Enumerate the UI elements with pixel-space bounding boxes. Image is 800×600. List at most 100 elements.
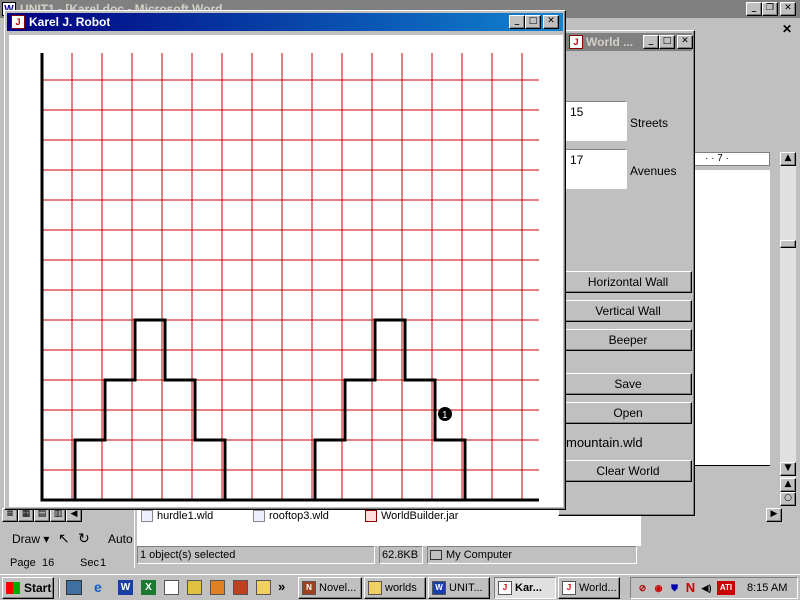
file-item[interactable]: rooftop3.wld [253, 510, 329, 524]
shield-tray-icon[interactable]: ⛊ [667, 581, 682, 595]
browse-object-button[interactable]: ○ [780, 492, 796, 506]
folder-icon: F [368, 581, 382, 595]
maximize-button[interactable]: □ [525, 15, 541, 29]
taskbar-button-label: Novel... [319, 582, 357, 594]
horizontal-wall-button[interactable]: Horizontal Wall [564, 271, 692, 293]
view-buttons: ≡ ▦ ▤ ▥ ◀ [0, 508, 82, 524]
ruler-marks: · · 7 · [705, 153, 729, 164]
page-label: Page [10, 557, 36, 569]
close-button[interactable]: ✕ [543, 15, 559, 29]
scroll-up-button[interactable]: ▲ [780, 152, 796, 166]
file-icon [141, 510, 153, 523]
web-view-icon[interactable]: ▦ [18, 508, 34, 522]
taskbar-button-novel[interactable]: N Novel... [298, 577, 362, 599]
volume-tray-icon[interactable]: ◀) [699, 581, 714, 595]
security-tray-icon[interactable]: ◉ [651, 581, 666, 595]
taskbar-button-worlds[interactable]: Fworlds [364, 577, 426, 599]
file-item[interactable]: WorldBuilder.jar [365, 510, 458, 524]
world-builder-title: World ... [586, 35, 634, 49]
avenues-label: Avenues [630, 164, 677, 178]
system-tray: ⊘ ◉ ⛊ N ◀) ATI 8:15 AM [630, 577, 798, 599]
drawing-toolbar: Draw ▾ ↖ ↻ Auto [0, 528, 140, 550]
scroll-left-button[interactable]: ◀ [66, 508, 82, 522]
world-filename: mountain.wld [566, 435, 643, 450]
explorer-status-bar: 1 object(s) selected 62.8KB My Computer [137, 546, 641, 564]
beeper: 1 [438, 407, 452, 421]
beeper-count: 1 [442, 410, 448, 421]
notepad-quicklaunch-icon[interactable] [164, 580, 179, 595]
minimize-button[interactable]: _ [643, 35, 659, 49]
draw-menu[interactable]: Draw ▾ [12, 532, 49, 546]
start-label: Start [24, 581, 52, 595]
file-item[interactable]: hurdle1.wld [141, 510, 213, 524]
maximize-button[interactable]: □ [659, 35, 675, 49]
select-objects-icon[interactable]: ↖ [58, 530, 70, 547]
document-page [694, 170, 770, 466]
word-quicklaunch-icon[interactable]: W [118, 580, 133, 595]
scroll-down-button[interactable]: ▼ [780, 462, 796, 476]
vertical-wall-button[interactable]: Vertical Wall [564, 300, 692, 322]
karel-title-bar: J Karel J. Robot _ □ ✕ [7, 13, 563, 31]
beeper-button[interactable]: Beeper [564, 329, 692, 351]
file-icon [253, 510, 265, 523]
ati-tray-icon[interactable]: ATI [717, 581, 735, 595]
more-quicklaunch-chevron[interactable]: » [278, 579, 285, 594]
file-name: WorldBuilder.jar [381, 510, 459, 522]
desktop-icon[interactable] [66, 580, 82, 595]
taskbar-button-karel[interactable]: J Kar... [494, 577, 556, 599]
page-number: 16 [42, 557, 55, 569]
section-number: 1 [100, 557, 107, 569]
novel-app-icon: N [302, 581, 316, 595]
autoshapes-menu[interactable]: Auto [108, 532, 133, 546]
boundary-wall [40, 53, 539, 502]
status-size: 62.8KB [379, 546, 423, 564]
taskbar-button-label: worlds [385, 582, 417, 594]
powerpoint-quicklaunch-icon[interactable] [233, 580, 248, 595]
karel-title: Karel J. Robot [29, 15, 111, 29]
word-ruler: · · 7 · [694, 152, 770, 166]
draw-label: Draw [12, 532, 41, 546]
outline-view-icon[interactable]: ▥ [50, 508, 66, 522]
street-avenue-grid [41, 53, 539, 501]
print-view-icon[interactable]: ▤ [34, 508, 50, 522]
doc-close-icon[interactable]: ✕ [782, 22, 792, 36]
minimize-button[interactable]: _ [746, 2, 762, 16]
free-rotate-icon[interactable]: ↻ [78, 530, 90, 547]
avenues-field[interactable]: 17 [565, 149, 627, 189]
java-cup-icon: J [569, 35, 583, 49]
location-text: My Computer [446, 549, 513, 561]
close-button[interactable]: ✕ [677, 35, 693, 49]
status-selected: 1 object(s) selected [137, 546, 375, 564]
scroll-right-button[interactable]: ▶ [766, 508, 782, 522]
save-button[interactable]: Save [564, 373, 692, 395]
explorer-quicklaunch-icon[interactable] [256, 580, 271, 595]
start-button[interactable]: Start [2, 577, 54, 599]
karel-world-canvas[interactable]: 1 [9, 35, 563, 507]
novell-tray-icon[interactable]: N [683, 581, 698, 595]
restore-button[interactable]: ❐ [762, 2, 778, 16]
minimize-button[interactable]: _ [509, 15, 525, 29]
streets-field[interactable]: 15 [565, 101, 627, 141]
open-button[interactable]: Open [564, 402, 692, 424]
network-tray-icon[interactable]: ⊘ [635, 581, 650, 595]
normal-view-icon[interactable]: ≡ [2, 508, 18, 522]
paint-quicklaunch-icon[interactable] [187, 580, 202, 595]
quicklaunch-separator [58, 578, 60, 598]
karel-world-svg: 1 [40, 53, 539, 502]
section-label: Sec [80, 557, 99, 569]
taskbar-button-world[interactable]: J World... [558, 577, 620, 599]
close-button[interactable]: ✕ [780, 2, 796, 16]
internet-explorer-icon[interactable]: e [94, 579, 102, 595]
scroll-thumb[interactable] [780, 240, 796, 248]
prev-page-button[interactable]: ▲ [780, 478, 796, 492]
world-builder-title-bar: J World ... _ □ ✕ [561, 33, 693, 51]
clock: 8:15 AM [747, 582, 788, 594]
clear-world-button[interactable]: Clear World [564, 460, 692, 482]
windows-logo-icon [6, 582, 20, 594]
excel-quicklaunch-icon[interactable]: X [141, 580, 156, 595]
outlook-quicklaunch-icon[interactable] [210, 580, 225, 595]
taskbar-button-label: UNIT... [449, 582, 483, 594]
taskbar-button-unit1[interactable]: W UNIT... [428, 577, 490, 599]
computer-icon [430, 550, 442, 561]
word-vertical-scrollbar[interactable]: ▲ ▼ ▲ ○ [780, 152, 796, 506]
